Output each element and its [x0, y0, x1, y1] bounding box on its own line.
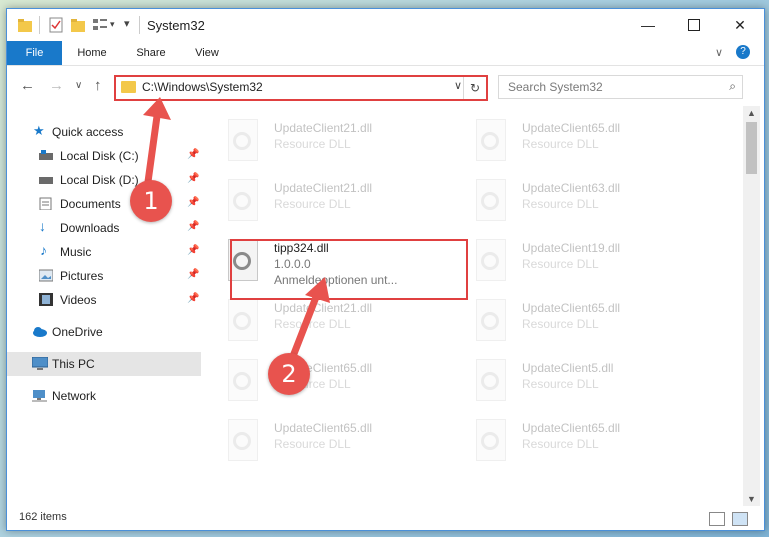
file-explorer-window: ▾ ▾ System32 — ✕ File Home Share View ∨ … — [6, 8, 765, 531]
step-1-callout: 1 — [130, 180, 172, 222]
annotation-arrows — [143, 97, 330, 368]
step-2-callout: 2 — [268, 353, 310, 395]
